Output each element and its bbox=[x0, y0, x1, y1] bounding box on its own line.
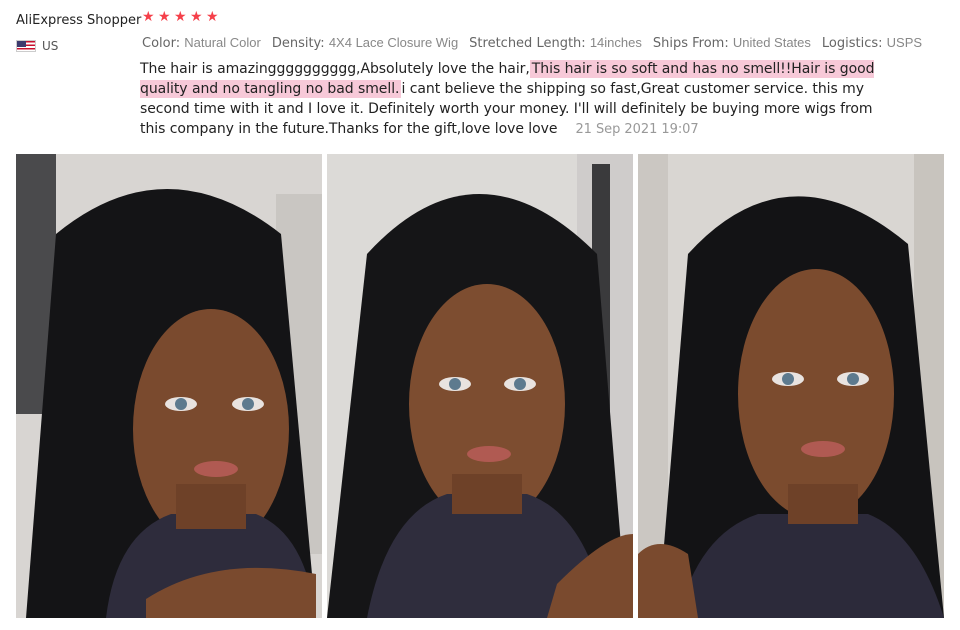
reviewer-name: AliExpress Shopper bbox=[16, 13, 142, 28]
star-icon: ★ bbox=[174, 9, 187, 25]
review-text-part1: The hair is amazingggggggggg,Absolutely … bbox=[140, 61, 530, 77]
star-icon: ★ bbox=[206, 9, 219, 25]
review-date: 21 Sep 2021 19:07 bbox=[575, 122, 699, 137]
attribute-logistics: Logistics: USPS bbox=[821, 35, 923, 51]
wig-photo-image bbox=[638, 154, 944, 618]
us-flag-icon bbox=[16, 40, 36, 52]
country-code: US bbox=[42, 39, 59, 53]
attribute-density: Density: 4X4 Lace Closure Wig bbox=[271, 35, 459, 51]
wig-photo-image bbox=[327, 154, 633, 618]
attribute-stretched-length: Stretched Length: 14inches bbox=[469, 35, 642, 51]
review-photos bbox=[16, 154, 944, 618]
review-text: The hair is amazingggggggggg,Absolutely … bbox=[140, 59, 900, 140]
reviewer-country: US bbox=[16, 39, 58, 53]
attribute-ships-from: Ships From: United States bbox=[652, 35, 811, 51]
wig-photo-image bbox=[16, 154, 322, 618]
star-rating: ★ ★ ★ ★ ★ bbox=[142, 9, 219, 25]
attribute-color: Color: Natural Color bbox=[142, 35, 261, 51]
star-icon: ★ bbox=[158, 9, 171, 25]
review-photo-3[interactable] bbox=[638, 154, 944, 618]
star-icon: ★ bbox=[142, 9, 155, 25]
product-attributes: Color: Natural Color Density: 4X4 Lace C… bbox=[142, 35, 922, 51]
star-icon: ★ bbox=[190, 9, 203, 25]
review-photo-2[interactable] bbox=[327, 154, 633, 618]
review-photo-1[interactable] bbox=[16, 154, 322, 618]
